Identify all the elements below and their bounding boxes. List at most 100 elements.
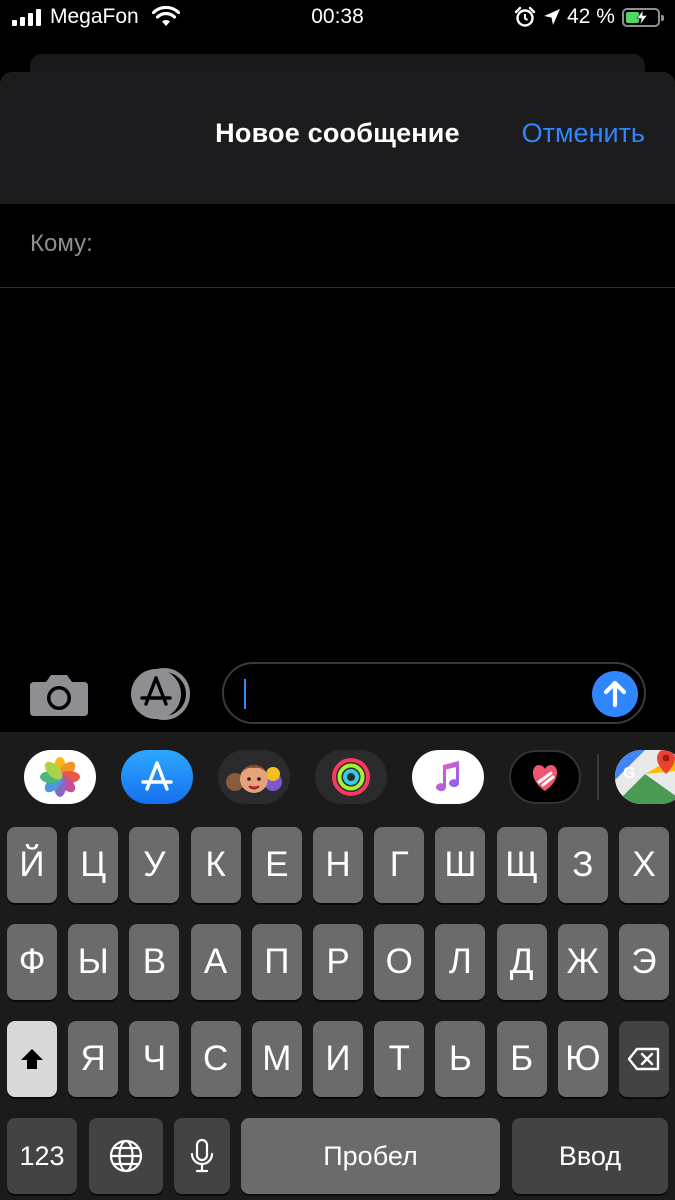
key-Ь-label: Ь (448, 1039, 472, 1078)
key-Ю-label: Ю (565, 1039, 601, 1078)
camera-icon[interactable] (28, 668, 90, 720)
key-И-label: И (325, 1039, 351, 1078)
key-Ф-label: Ф (18, 942, 46, 981)
key-Н[interactable]: Н (313, 827, 363, 903)
key-Ю[interactable]: Ю (557, 1021, 608, 1097)
microphone-key[interactable] (174, 1118, 230, 1194)
send-button[interactable] (592, 671, 638, 717)
key-Ч[interactable]: Ч (129, 1021, 180, 1097)
key-Ш[interactable]: Ш (435, 827, 486, 903)
key-Э[interactable]: Э (619, 924, 669, 1000)
status-bar: MegaFon 00:38 42 % (0, 0, 675, 40)
key-И[interactable]: И (313, 1021, 363, 1097)
delete-key[interactable] (619, 1021, 669, 1097)
app-strip-divider (597, 754, 599, 800)
memoji-icon (226, 765, 282, 793)
photos-icon (40, 757, 80, 797)
space-key[interactable]: Пробел (241, 1118, 500, 1194)
key-У[interactable]: У (129, 827, 180, 903)
key-Д-label: Д (509, 942, 534, 981)
key-З-label: З (572, 845, 594, 884)
recipient-row[interactable]: Кому: (0, 204, 675, 288)
app-store-icon (141, 761, 173, 791)
numbers-key[interactable]: 123 (7, 1118, 77, 1194)
key-Ч-label: Ч (142, 1039, 167, 1078)
digital-touch-heart-icon (532, 765, 558, 791)
return-key-label: Ввод (558, 1140, 622, 1171)
key-Л-label: Л (448, 942, 472, 981)
key-Ы[interactable]: Ы (68, 924, 119, 1000)
microphone-icon (190, 1138, 214, 1173)
google-maps-icon: G (615, 750, 675, 804)
app-digital-touch[interactable] (509, 750, 581, 804)
key-Й-label: Й (19, 845, 45, 884)
key-П[interactable]: П (251, 924, 302, 1000)
key-З[interactable]: З (557, 827, 608, 903)
cancel-button[interactable]: Отменить (522, 118, 645, 149)
alarm-icon (514, 6, 536, 27)
key-А-label: А (203, 942, 228, 981)
key-О-label: О (385, 942, 413, 981)
key-Р-label: Р (326, 942, 350, 981)
key-А[interactable]: А (190, 924, 241, 1000)
battery-charging-icon (622, 8, 664, 27)
app-activity[interactable] (315, 750, 387, 804)
key-Б-label: Б (510, 1039, 534, 1078)
recipient-label: Кому: (30, 230, 93, 257)
key-К-label: К (205, 845, 226, 884)
key-Ж-label: Ж (566, 942, 599, 981)
key-Я-label: Я (80, 1039, 106, 1078)
text-caret (244, 679, 246, 709)
svg-text:G: G (623, 765, 635, 782)
app-memoji[interactable] (218, 750, 290, 804)
key-Р[interactable]: Р (313, 924, 363, 1000)
key-Я[interactable]: Я (68, 1021, 119, 1097)
key-Ф[interactable]: Ф (7, 924, 57, 1000)
app-app-store[interactable] (121, 750, 193, 804)
key-П-label: П (264, 942, 290, 981)
key-Д[interactable]: Д (496, 924, 547, 1000)
app-photos[interactable] (24, 750, 96, 804)
key-Т[interactable]: Т (374, 1021, 425, 1097)
key-М[interactable]: М (251, 1021, 302, 1097)
shift-key[interactable] (7, 1021, 57, 1097)
activity-rings-icon (332, 758, 370, 796)
key-Ы-label: Ы (77, 942, 109, 981)
key-В[interactable]: В (129, 924, 180, 1000)
return-key[interactable]: Ввод (512, 1118, 668, 1194)
message-input[interactable] (222, 662, 646, 724)
battery-percent: 42 % (567, 5, 615, 28)
key-Л[interactable]: Л (435, 924, 486, 1000)
key-Щ[interactable]: Щ (496, 827, 547, 903)
app-strip: G (0, 732, 675, 822)
delete-icon (627, 1047, 660, 1071)
app-music[interactable] (412, 750, 484, 804)
app-store-icon[interactable] (126, 668, 190, 720)
key-Х[interactable]: Х (619, 827, 669, 903)
key-Н-label: Н (325, 845, 351, 884)
globe-key[interactable] (89, 1118, 163, 1194)
key-Э-label: Э (631, 942, 657, 981)
key-Ц[interactable]: Ц (68, 827, 119, 903)
key-Ж[interactable]: Ж (557, 924, 608, 1000)
key-Т-label: Т (388, 1039, 410, 1078)
key-Ь[interactable]: Ь (435, 1021, 486, 1097)
key-Г[interactable]: Г (374, 827, 425, 903)
app-google-maps[interactable]: G (615, 750, 675, 804)
key-К[interactable]: К (190, 827, 241, 903)
key-Ш-label: Ш (444, 845, 477, 884)
key-Е[interactable]: Е (251, 827, 302, 903)
key-С-label: С (202, 1039, 229, 1078)
key-М-label: М (262, 1039, 292, 1078)
key-Б[interactable]: Б (496, 1021, 547, 1097)
key-У-label: У (143, 845, 166, 884)
key-Е-label: Е (265, 845, 289, 884)
key-О[interactable]: О (374, 924, 425, 1000)
key-С[interactable]: С (190, 1021, 241, 1097)
key-Г-label: Г (389, 845, 409, 884)
key-В-label: В (142, 942, 167, 981)
numbers-key-label: 123 (19, 1140, 65, 1171)
space-key-label: Пробел (323, 1140, 418, 1171)
music-note-icon (436, 761, 460, 792)
key-Й[interactable]: Й (7, 827, 57, 903)
